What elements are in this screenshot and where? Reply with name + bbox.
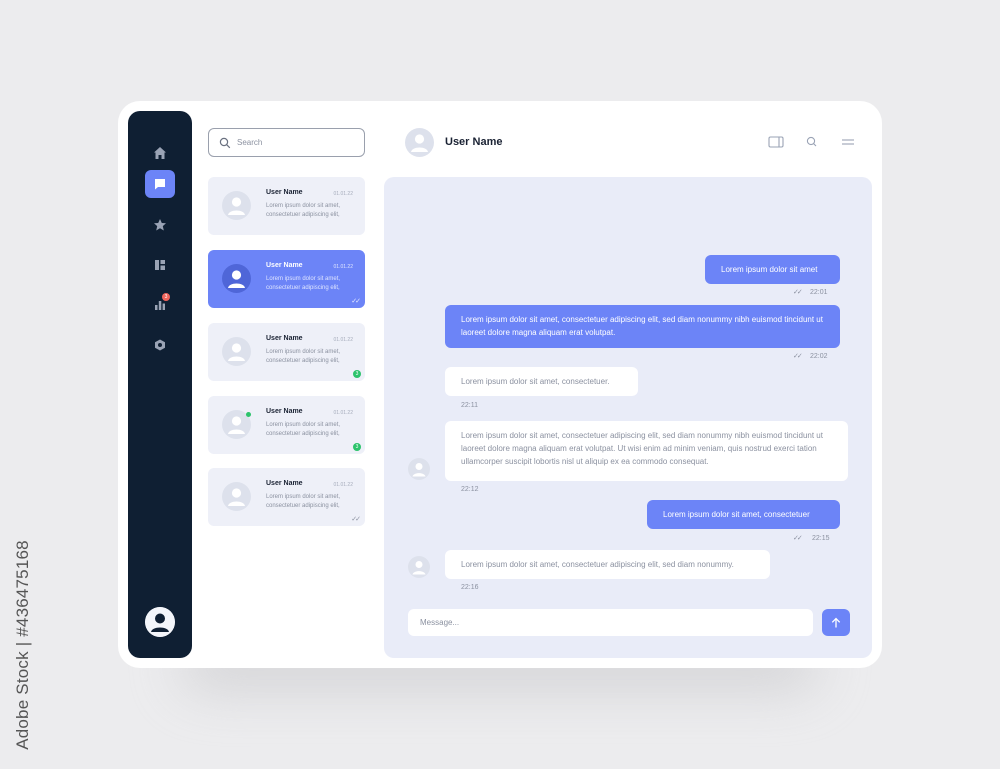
send-button[interactable] <box>822 609 850 636</box>
message-time: 22:01 <box>810 289 828 296</box>
read-check-icon: ✓✓ <box>793 289 803 296</box>
menu-icon[interactable] <box>840 136 856 148</box>
chat-name: User Name <box>266 189 303 196</box>
message-time: 22:02 <box>810 353 828 360</box>
stats-badge: 3 <box>162 293 170 301</box>
user-avatar-icon <box>412 561 426 575</box>
user-avatar-icon <box>412 463 426 477</box>
chat-preview: Lorem ipsum dolor sit amet, consectetuer… <box>266 494 341 509</box>
watermark: Adobe Stock | #436475168 <box>8 530 38 760</box>
chat-preview: Lorem ipsum dolor sit amet, consectetuer… <box>266 349 341 364</box>
chat-name: User Name <box>266 335 303 342</box>
read-check-icon: ✓✓ <box>351 516 361 523</box>
user-avatar-icon <box>228 197 245 215</box>
arrow-up-icon <box>831 617 841 627</box>
chat-name: User Name <box>266 408 303 415</box>
sidebar: 3 <box>128 111 192 658</box>
conversation-panel: Lorem ipsum dolor sit amet ✓✓ 22:01 Lore… <box>384 177 872 658</box>
read-check-icon: ✓✓ <box>351 298 361 305</box>
search-icon <box>219 137 231 148</box>
profile-avatar[interactable] <box>145 607 175 637</box>
chat-list-item-active[interactable]: User Name 01.01.22 Lorem ipsum dolor sit… <box>208 250 365 308</box>
chat-date: 01.01.22 <box>333 264 353 270</box>
chat-icon <box>155 179 165 190</box>
nav-messages[interactable] <box>145 170 175 198</box>
chat-list-item[interactable]: User Name 01.01.22 Lorem ipsum dolor sit… <box>208 396 365 454</box>
window-icon[interactable] <box>768 136 784 148</box>
message-input[interactable] <box>408 609 813 636</box>
message-bubble-out: Lorem ipsum dolor sit amet, consectetuer <box>647 500 840 529</box>
search-box[interactable] <box>208 128 365 157</box>
user-avatar-icon <box>145 607 175 637</box>
user-avatar-icon <box>411 134 428 152</box>
search-input[interactable] <box>237 138 357 147</box>
user-avatar-icon <box>228 488 245 506</box>
unread-badge: 3 <box>353 443 361 451</box>
read-check-icon: ✓✓ <box>793 535 803 542</box>
message-time: 22:11 <box>461 402 478 409</box>
chat-date: 01.01.22 <box>333 410 353 416</box>
chat-date: 01.01.22 <box>333 191 353 197</box>
chat-preview: Lorem ipsum dolor sit amet, consectetuer… <box>266 276 341 291</box>
nav-dashboard[interactable] <box>145 251 175 279</box>
sender-avatar <box>408 556 430 578</box>
sender-avatar <box>408 458 430 480</box>
nav-favorites[interactable] <box>145 211 175 239</box>
home-icon <box>154 147 166 159</box>
nav-home[interactable] <box>145 139 175 167</box>
conversation-title: User Name <box>445 136 503 148</box>
chat-list-item[interactable]: User Name 01.01.22 Lorem ipsum dolor sit… <box>208 323 365 381</box>
chat-name: User Name <box>266 480 303 487</box>
dashboard-icon <box>155 260 165 270</box>
user-avatar-icon <box>228 270 245 288</box>
chat-preview: Lorem ipsum dolor sit amet, consectetuer… <box>266 422 341 437</box>
read-check-icon: ✓✓ <box>793 353 803 360</box>
message-bubble-in: Lorem ipsum dolor sit amet, consectetuer… <box>445 421 848 481</box>
chat-preview: Lorem ipsum dolor sit amet, consectetuer… <box>266 203 341 218</box>
chat-name: User Name <box>266 262 303 269</box>
watermark-text: Adobe Stock | #436475168 <box>13 540 33 750</box>
chat-date: 01.01.22 <box>333 482 353 488</box>
user-avatar-icon <box>228 343 245 361</box>
online-indicator <box>246 412 251 417</box>
chat-avatar <box>222 191 251 220</box>
unread-badge: 3 <box>353 370 361 378</box>
message-bubble-in: Lorem ipsum dolor sit amet, consectetuer… <box>445 550 770 579</box>
settings-icon <box>155 339 165 351</box>
message-time: 22:12 <box>461 486 479 493</box>
star-icon <box>154 219 166 231</box>
message-time: 22:15 <box>812 535 830 542</box>
chat-avatar <box>222 264 251 293</box>
message-time: 22:16 <box>461 584 479 591</box>
chat-avatar <box>222 337 251 366</box>
nav-settings[interactable] <box>145 331 175 359</box>
chat-list-item[interactable]: User Name 01.01.22 Lorem ipsum dolor sit… <box>208 468 365 526</box>
message-bubble-out: Lorem ipsum dolor sit amet <box>705 255 840 284</box>
chat-date: 01.01.22 <box>333 337 353 343</box>
chat-list-item[interactable]: User Name 01.01.22 Lorem ipsum dolor sit… <box>208 177 365 235</box>
app-window: 3 User Name 01.01.22 Lorem ipsum dolor s… <box>118 101 882 668</box>
nav-stats[interactable]: 3 <box>145 291 175 319</box>
header-avatar[interactable] <box>405 128 434 157</box>
search-icon[interactable] <box>804 136 820 148</box>
message-bubble-in: Lorem ipsum dolor sit amet, consectetuer… <box>445 367 638 396</box>
chat-avatar <box>222 482 251 511</box>
message-bubble-out: Lorem ipsum dolor sit amet, consectetuer… <box>445 305 840 348</box>
